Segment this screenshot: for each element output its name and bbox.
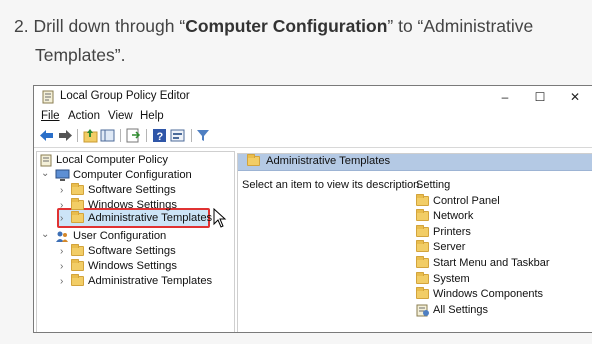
folder-icon (71, 211, 84, 223)
policy-editor-icon (42, 90, 54, 104)
toolbar: ? (34, 126, 592, 146)
folder-icon (71, 244, 84, 256)
window-title: Local Group Policy Editor (60, 90, 190, 102)
folder-icon (416, 225, 429, 237)
expand-arrow-icon[interactable]: › (60, 259, 70, 274)
expand-arrow-icon[interactable]: › (60, 183, 70, 198)
maximize-button[interactable]: ☐ (529, 88, 551, 106)
computer-icon (55, 169, 70, 181)
help-icon[interactable]: ? (152, 128, 167, 143)
folder-icon (416, 256, 429, 268)
description-text: Select an item to view its description. (242, 179, 423, 191)
folder-icon (247, 154, 260, 166)
all-settings-icon (416, 304, 429, 317)
export-list-icon[interactable] (126, 128, 141, 143)
folder-icon (71, 274, 84, 286)
expand-chevron-icon[interactable]: ⌄ (41, 166, 51, 181)
folder-icon (416, 240, 429, 252)
folder-icon (416, 194, 429, 206)
menu-view[interactable]: View (108, 110, 133, 122)
folder-icon (416, 287, 429, 299)
group-policy-editor-window: Local Group Policy Editor – ☐ ✕ File Act… (33, 85, 592, 333)
menu-help[interactable]: Help (140, 110, 164, 122)
menu-bar: File Action View Help (34, 108, 592, 126)
folder-icon (71, 259, 84, 271)
folder-icon (71, 183, 84, 195)
tree-pane: Local Computer Policy ⌄ Computer Configu… (36, 151, 235, 332)
folder-icon (71, 198, 84, 210)
show-hide-tree-icon[interactable] (100, 128, 115, 143)
users-icon (56, 231, 68, 242)
expand-arrow-icon[interactable]: › (60, 211, 70, 226)
filter-icon[interactable] (196, 128, 210, 143)
expand-chevron-icon[interactable]: ⌄ (41, 227, 51, 242)
menu-file[interactable]: File (41, 110, 60, 122)
up-folder-icon[interactable] (83, 128, 98, 143)
instruction-bold: Computer Configuration (185, 16, 388, 36)
setting-column-header[interactable]: Setting (416, 179, 450, 191)
details-header-title: Administrative Templates (266, 155, 391, 167)
instruction-text: 2. Drill down through “Computer Configur… (14, 16, 534, 65)
details-pane: Administrative Templates Select an item … (237, 153, 592, 332)
folder-icon (416, 272, 429, 284)
close-button[interactable]: ✕ (564, 88, 586, 106)
expand-arrow-icon[interactable]: › (60, 244, 70, 259)
mouse-pointer-icon (213, 208, 227, 228)
properties-icon[interactable] (170, 128, 185, 143)
back-arrow-icon[interactable] (39, 128, 55, 143)
menu-action[interactable]: Action (68, 110, 100, 122)
details-header: Administrative Templates (238, 154, 592, 171)
minimize-button[interactable]: – (494, 88, 516, 106)
folder-icon (416, 209, 429, 221)
svg-text:?: ? (157, 131, 164, 143)
expand-arrow-icon[interactable]: › (60, 274, 70, 289)
title-bar[interactable]: Local Group Policy Editor – ☐ ✕ (34, 86, 592, 108)
forward-arrow-icon[interactable] (57, 128, 73, 143)
